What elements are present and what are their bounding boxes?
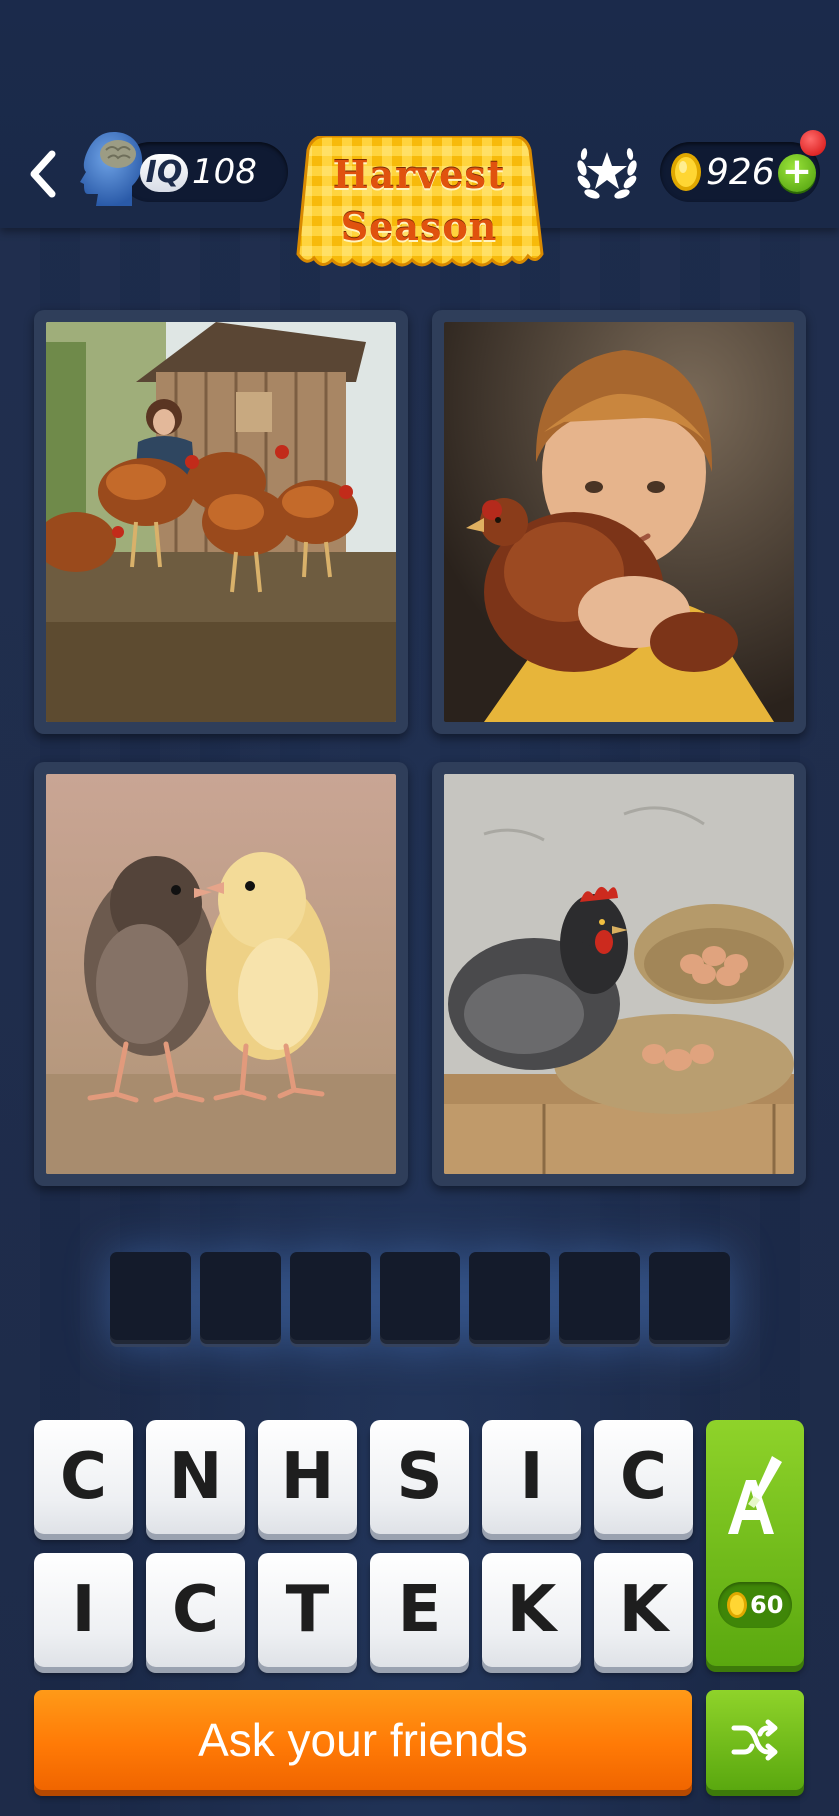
coin-icon [727, 1592, 747, 1618]
answer-slot-4[interactable] [379, 1252, 461, 1344]
letter-tile[interactable]: C [34, 1420, 133, 1534]
hen-with-eggs-image [444, 774, 794, 1174]
ask-friends-button[interactable]: Ask your friends [34, 1690, 692, 1790]
photo-hens-at-coop[interactable] [34, 310, 408, 734]
letter-tiles: C N H S I C I C T E K K [34, 1420, 694, 1673]
level-title-line1: Harvest [332, 152, 506, 197]
answer-slot-2[interactable] [199, 1252, 281, 1344]
letter-tile[interactable]: T [258, 1553, 357, 1667]
notification-dot [800, 130, 826, 156]
add-coins-button[interactable]: + [778, 154, 816, 192]
back-button[interactable] [22, 142, 68, 206]
photo-two-chicks[interactable] [34, 762, 408, 1186]
letter-tile[interactable]: C [594, 1420, 693, 1534]
letter-tile[interactable]: K [482, 1553, 581, 1667]
answer-slot-5[interactable] [469, 1252, 551, 1344]
iq-label: IQ [140, 154, 188, 192]
letter-tile[interactable]: I [482, 1420, 581, 1534]
game-screen: IQ 108 Harvest Season 926 + C N H S I C … [0, 0, 839, 1816]
hint-cost: 60 [750, 1591, 784, 1619]
level-title-line2: Season [340, 204, 498, 249]
iq-value: 108 [192, 152, 257, 192]
laurel-star-icon[interactable] [572, 138, 642, 208]
shuffle-button[interactable] [706, 1690, 804, 1790]
answer-slots [110, 1252, 731, 1346]
letter-tile[interactable]: C [146, 1553, 245, 1667]
letter-tile[interactable]: S [370, 1420, 469, 1534]
chevron-left-icon [30, 150, 56, 198]
reveal-letter-hint-button[interactable]: 60 [706, 1420, 804, 1666]
hens-at-coop-image [46, 322, 396, 722]
boy-holding-hen-image [444, 322, 794, 722]
coin-icon [671, 153, 701, 191]
answer-slot-7[interactable] [649, 1252, 731, 1344]
letter-tile[interactable]: I [34, 1553, 133, 1667]
two-chicks-image [46, 774, 396, 1174]
letter-tile[interactable]: E [370, 1553, 469, 1667]
answer-slot-3[interactable] [289, 1252, 371, 1344]
letter-tile[interactable]: N [146, 1420, 245, 1534]
letter-brush-icon [728, 1456, 782, 1534]
coin-balance: 926 [706, 152, 775, 193]
brain-head-icon [80, 132, 143, 206]
letter-tile[interactable]: H [258, 1420, 357, 1534]
answer-slot-6[interactable] [559, 1252, 641, 1344]
letter-tile[interactable]: K [594, 1553, 693, 1667]
answer-slot-1[interactable] [110, 1252, 191, 1344]
photo-hen-with-eggs[interactable] [432, 762, 806, 1186]
photo-boy-holding-hen[interactable] [432, 310, 806, 734]
shuffle-icon [731, 1719, 778, 1761]
